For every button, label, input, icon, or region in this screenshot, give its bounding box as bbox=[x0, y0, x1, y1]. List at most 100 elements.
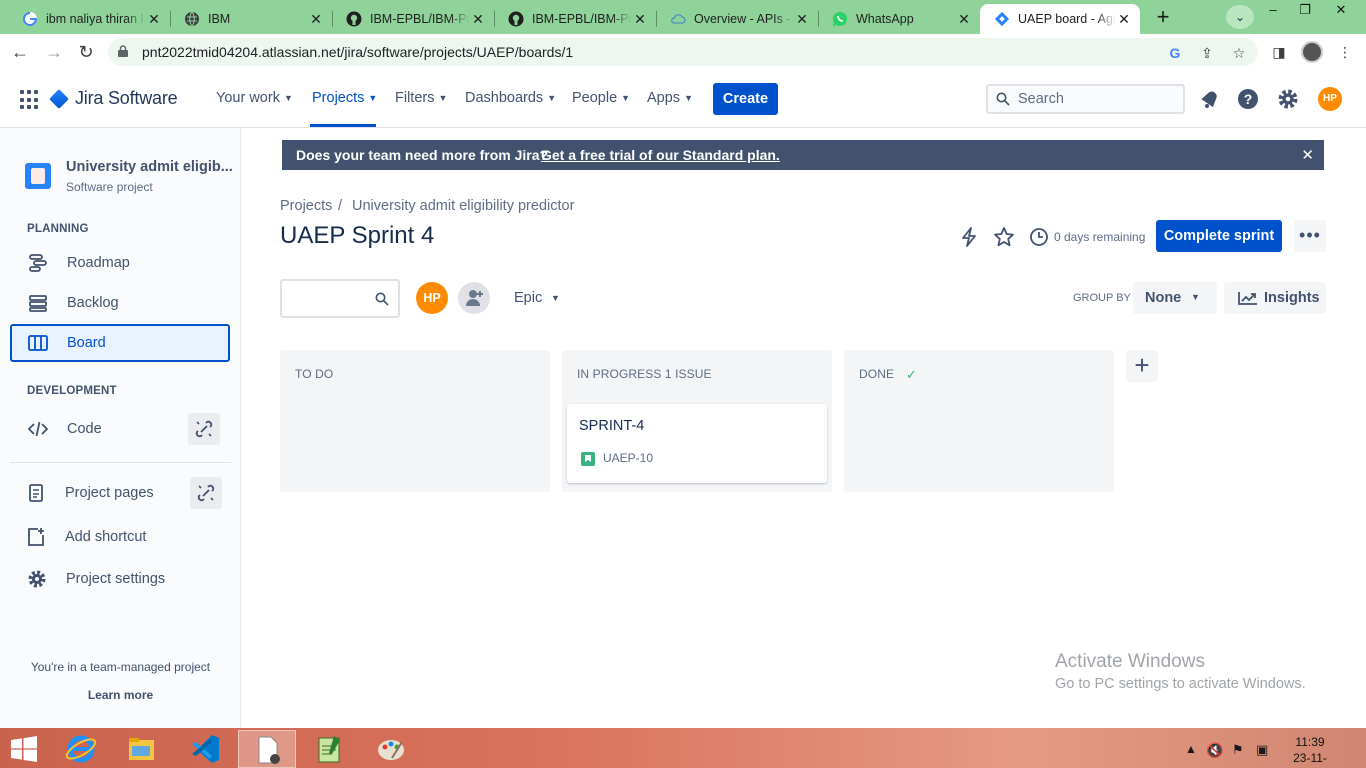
internet-explorer-icon[interactable] bbox=[52, 730, 110, 768]
vscode-icon[interactable] bbox=[176, 730, 234, 768]
close-icon[interactable]: ✕ bbox=[794, 11, 810, 28]
browser-tab[interactable]: ibm naliya thiran l ✕ bbox=[8, 4, 170, 34]
window-close-icon[interactable]: ✕ bbox=[1326, 2, 1356, 22]
close-icon[interactable]: ✕ bbox=[308, 11, 324, 28]
jira-icon bbox=[994, 11, 1010, 27]
browser-tab[interactable]: WhatsApp ✕ bbox=[818, 4, 980, 34]
close-icon[interactable]: ✕ bbox=[1116, 11, 1132, 28]
issue-card[interactable]: SPRINT-4 UAEP-10 bbox=[567, 404, 827, 483]
user-avatar[interactable]: HP bbox=[1318, 87, 1342, 111]
sidebar-item-backlog[interactable]: Backlog bbox=[10, 284, 230, 322]
settings-gear-icon[interactable] bbox=[1276, 87, 1300, 111]
profile-avatar[interactable] bbox=[1301, 41, 1323, 63]
app-switcher-icon[interactable] bbox=[20, 90, 40, 110]
restore-icon[interactable]: ❐ bbox=[1290, 2, 1320, 22]
product-name: Jira Software bbox=[75, 88, 178, 108]
project-avatar-icon[interactable] bbox=[25, 163, 51, 189]
group-by-select[interactable]: None ▼ bbox=[1133, 282, 1217, 314]
close-icon[interactable]: ✕ bbox=[956, 11, 972, 28]
insights-button[interactable]: Insights bbox=[1224, 282, 1326, 314]
document-app-icon[interactable] bbox=[238, 730, 296, 768]
project-name[interactable]: University admit eligib... bbox=[66, 159, 233, 175]
new-tab-button[interactable]: + bbox=[1150, 5, 1176, 31]
nav-filters[interactable]: Filters ▼ bbox=[395, 90, 447, 106]
add-column-button[interactable]: + bbox=[1126, 350, 1158, 382]
network-icon[interactable]: ▣ bbox=[1256, 742, 1268, 758]
days-remaining: 0 days remaining bbox=[1054, 230, 1146, 244]
sidebar-item-board[interactable]: Board bbox=[10, 324, 230, 362]
sidebar-item-project-settings[interactable]: Project settings bbox=[9, 560, 229, 598]
add-people-icon[interactable] bbox=[458, 282, 490, 314]
browser-tab[interactable]: Overview - APIs - I ✕ bbox=[656, 4, 818, 34]
free-trial-link[interactable]: Get a free trial of our Standard plan. bbox=[541, 147, 780, 163]
help-icon[interactable]: ? bbox=[1236, 87, 1260, 111]
bookmark-star-icon[interactable]: ☆ bbox=[1230, 44, 1248, 62]
back-arrow-icon[interactable]: ← bbox=[8, 40, 32, 64]
sidebar-item-roadmap[interactable]: Roadmap bbox=[10, 244, 230, 282]
whatsapp-icon bbox=[832, 11, 848, 27]
chevron-down-icon[interactable]: ▼ bbox=[551, 293, 560, 303]
board-search-input[interactable] bbox=[280, 279, 400, 318]
paint-icon[interactable] bbox=[362, 730, 420, 768]
chevron-down-icon: ▼ bbox=[547, 93, 557, 103]
nav-projects[interactable]: Projects ▼ bbox=[312, 90, 377, 106]
tab-search-chevron-icon[interactable]: ⌄ bbox=[1226, 5, 1254, 29]
board-column-done: DONE ✓ bbox=[844, 350, 1114, 492]
active-nav-indicator bbox=[310, 124, 376, 127]
notepad-plus-icon[interactable] bbox=[300, 730, 358, 768]
more-menu-icon[interactable]: ⋮ bbox=[1336, 43, 1354, 61]
breadcrumb-project[interactable]: University admit eligibility predictor bbox=[352, 198, 574, 214]
close-icon[interactable]: ✕ bbox=[146, 11, 162, 28]
create-button[interactable]: Create bbox=[713, 83, 778, 115]
volume-muted-icon[interactable]: 🔇 bbox=[1206, 742, 1223, 759]
nav-apps[interactable]: Apps ▼ bbox=[647, 90, 693, 106]
svg-text:?: ? bbox=[1244, 91, 1253, 107]
nav-people[interactable]: People ▼ bbox=[572, 90, 630, 106]
close-icon[interactable]: ✕ bbox=[1301, 146, 1314, 164]
automation-lightning-icon[interactable] bbox=[958, 226, 980, 248]
global-search-input[interactable]: Search bbox=[986, 84, 1185, 114]
disconnected-link-icon[interactable] bbox=[188, 413, 220, 445]
roadmap-icon bbox=[29, 254, 47, 272]
flag-icon[interactable]: ⚑ bbox=[1232, 742, 1244, 758]
more-options-icon[interactable]: ••• bbox=[1294, 220, 1326, 252]
nav-your-work[interactable]: Your work ▼ bbox=[216, 90, 293, 106]
chevron-down-icon: ▼ bbox=[368, 93, 378, 103]
file-explorer-icon[interactable] bbox=[112, 730, 170, 768]
tab-title: IBM bbox=[208, 12, 231, 26]
close-icon[interactable]: ✕ bbox=[470, 11, 486, 28]
browser-tab[interactable]: IBM-EPBL/IBM-Pr ✕ bbox=[494, 4, 656, 34]
nav-dashboards[interactable]: Dashboards ▼ bbox=[465, 90, 556, 106]
epic-filter[interactable]: Epic bbox=[514, 290, 542, 306]
clock-icon bbox=[1030, 228, 1048, 246]
complete-sprint-button[interactable]: Complete sprint bbox=[1156, 220, 1282, 252]
google-translate-icon[interactable]: G bbox=[1166, 44, 1184, 62]
share-icon[interactable]: ⇪ bbox=[1198, 44, 1216, 62]
close-icon[interactable]: ✕ bbox=[632, 11, 648, 28]
lock-icon bbox=[118, 45, 128, 57]
member-avatar[interactable]: HP bbox=[416, 282, 448, 314]
nav-label: Dashboards bbox=[465, 90, 544, 106]
star-icon[interactable] bbox=[993, 226, 1015, 248]
nav-label: Filters bbox=[395, 90, 435, 106]
browser-tab[interactable]: IBM-EPBL/IBM-Pr ✕ bbox=[332, 4, 494, 34]
reload-icon[interactable]: ↻ bbox=[74, 40, 98, 64]
notifications-icon[interactable] bbox=[1198, 87, 1222, 111]
sidebar-item-add-shortcut[interactable]: Add shortcut bbox=[8, 518, 228, 556]
minimize-icon[interactable]: – bbox=[1258, 2, 1288, 22]
disconnected-link-icon[interactable] bbox=[190, 477, 222, 509]
windows-start-icon[interactable] bbox=[10, 736, 38, 762]
breadcrumb-projects[interactable]: Projects bbox=[280, 198, 332, 214]
browser-tab-active[interactable]: UAEP board - Agil ✕ bbox=[980, 4, 1140, 34]
address-bar[interactable]: pnt2022tmid04204.atlassian.net/jira/soft… bbox=[108, 38, 1258, 66]
show-hidden-icons-icon[interactable]: ▲ bbox=[1185, 742, 1197, 756]
jira-logo[interactable]: Jira Software bbox=[49, 88, 178, 109]
side-panel-icon[interactable]: ◨ bbox=[1270, 43, 1288, 61]
tab-title: IBM-EPBL/IBM-Pr bbox=[532, 12, 632, 26]
forward-arrow-icon[interactable]: → bbox=[42, 40, 66, 64]
learn-more-link[interactable]: Learn more bbox=[0, 688, 241, 702]
system-clock[interactable]: 11:39 23-11-2022 bbox=[1280, 734, 1340, 768]
issue-key[interactable]: UAEP-10 bbox=[603, 451, 653, 465]
browser-tab[interactable]: IBM ✕ bbox=[170, 4, 332, 34]
settings-gear-icon bbox=[28, 570, 46, 588]
